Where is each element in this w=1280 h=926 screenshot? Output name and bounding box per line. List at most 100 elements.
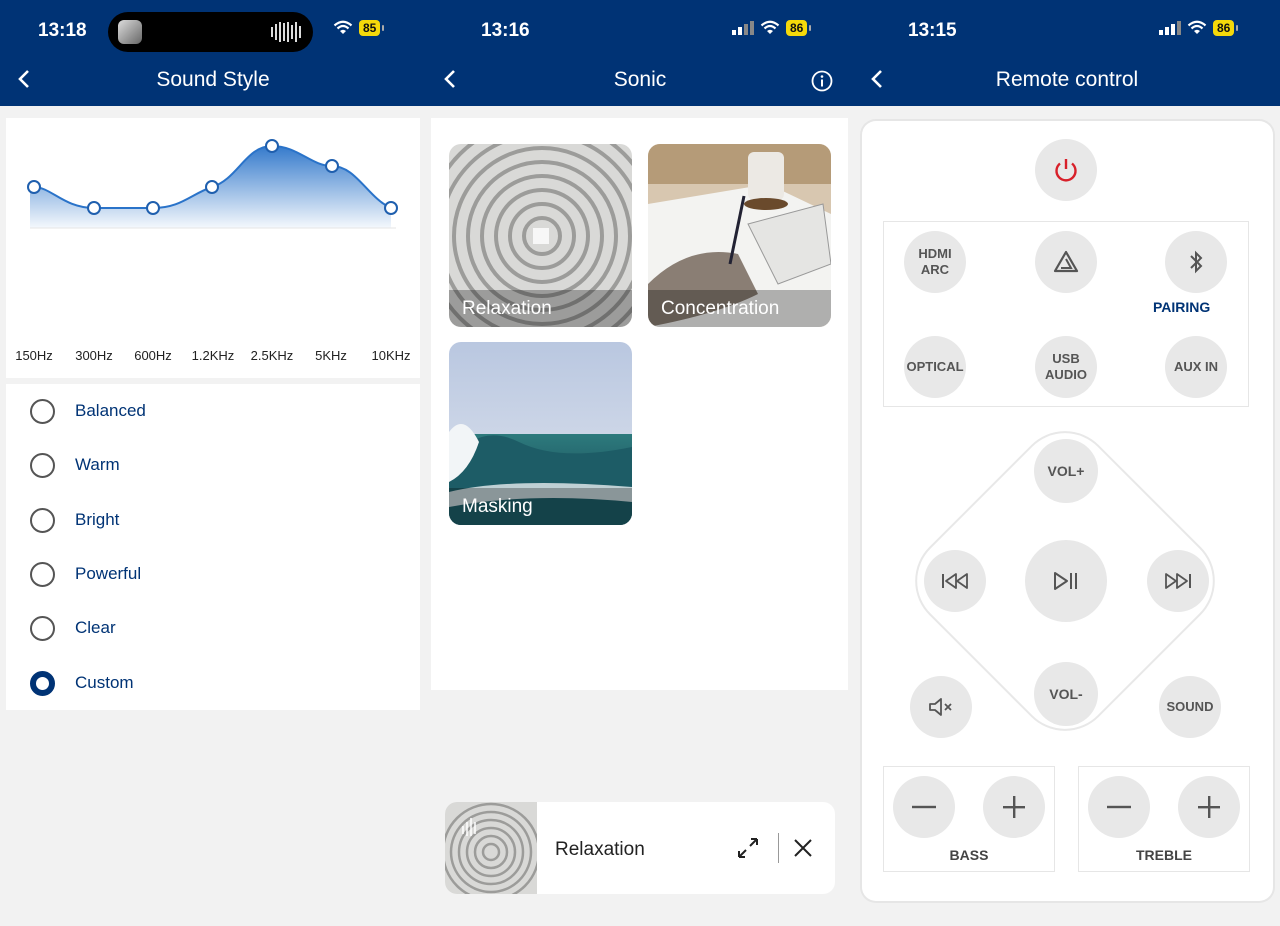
- freq-label: 600Hz: [134, 348, 172, 363]
- eq-handle[interactable]: [87, 201, 101, 215]
- volume-down-button[interactable]: VOL-: [1034, 662, 1098, 726]
- style-option-bright[interactable]: Bright: [30, 505, 119, 535]
- radio-button[interactable]: [30, 398, 55, 424]
- eq-handle[interactable]: [205, 180, 219, 194]
- top-bar: 13:18 85 Sound Style: [0, 0, 426, 106]
- equalizer-curve[interactable]: [6, 118, 420, 338]
- plus-icon: [1003, 796, 1025, 818]
- bass-increase-button[interactable]: [983, 776, 1045, 838]
- sound-style-screen: 13:18 85 Sound Style 150Hz 300Hz 600Hz 1…: [0, 0, 426, 926]
- sonic-tiles-card: Relaxation Concentration Masking: [431, 118, 848, 690]
- treble-increase-button[interactable]: [1178, 776, 1240, 838]
- status-time: 13:15: [908, 20, 957, 41]
- usb-audio-button[interactable]: USB AUDIO: [1035, 336, 1097, 398]
- battery-badge: 86: [786, 20, 812, 36]
- eq-handle[interactable]: [146, 201, 160, 215]
- style-option-label: Custom: [75, 673, 134, 692]
- freq-label: 150Hz: [15, 348, 53, 363]
- streaming-button[interactable]: [1035, 231, 1097, 293]
- minus-icon: [1107, 805, 1131, 809]
- signal-icon: [732, 21, 754, 35]
- freq-label: 300Hz: [75, 348, 113, 363]
- wifi-icon: [760, 20, 780, 34]
- mini-player[interactable]: Relaxation: [445, 802, 835, 894]
- status-icons: 85: [333, 20, 385, 36]
- bluetooth-icon: [1190, 250, 1203, 274]
- treble-control: TREBLE: [1078, 766, 1250, 872]
- sound-button[interactable]: SOUND: [1159, 676, 1221, 738]
- battery-badge: 85: [359, 20, 385, 36]
- radio-button[interactable]: [30, 561, 55, 587]
- top-bar: 13:15 86 Remote control: [854, 0, 1280, 106]
- tile-label: Concentration: [648, 290, 831, 327]
- expand-button[interactable]: [735, 835, 761, 861]
- now-playing-thumbnail: [118, 20, 142, 44]
- pairing-label: PAIRING: [1153, 299, 1211, 315]
- previous-track-button[interactable]: [924, 550, 986, 612]
- status-time: 13:16: [481, 20, 530, 41]
- style-option-warm[interactable]: Warm: [30, 450, 120, 480]
- tile-relaxation[interactable]: Relaxation: [449, 144, 632, 327]
- optical-button[interactable]: OPTICAL: [904, 336, 966, 398]
- radio-button[interactable]: [30, 507, 55, 533]
- radio-button-selected[interactable]: [30, 670, 55, 696]
- info-icon: [811, 70, 833, 92]
- style-option-clear[interactable]: Clear: [30, 613, 116, 643]
- page-title: Sonic: [613, 68, 667, 91]
- bass-decrease-button[interactable]: [893, 776, 955, 838]
- tile-label: Masking: [449, 488, 632, 525]
- close-button[interactable]: [792, 837, 814, 859]
- power-button[interactable]: [1035, 139, 1097, 201]
- volume-up-button[interactable]: VOL+: [1034, 439, 1098, 503]
- tile-masking[interactable]: Masking: [449, 342, 632, 525]
- close-icon: [794, 839, 812, 857]
- airplay-triangle-icon: [1053, 250, 1079, 273]
- tile-concentration[interactable]: Concentration: [648, 144, 831, 327]
- eq-handle[interactable]: [325, 159, 339, 173]
- style-option-custom[interactable]: Custom: [30, 668, 134, 698]
- minus-icon: [912, 805, 936, 809]
- style-option-label: Balanced: [75, 401, 146, 420]
- player-thumbnail: [445, 802, 537, 894]
- battery-badge: 86: [1213, 20, 1239, 36]
- style-option-label: Bright: [75, 510, 120, 529]
- treble-decrease-button[interactable]: [1088, 776, 1150, 838]
- bass-label: BASS: [949, 847, 989, 863]
- style-option-balanced[interactable]: Balanced: [30, 396, 146, 426]
- hdmi-arc-button[interactable]: HDMI ARC: [904, 231, 966, 293]
- eq-handle[interactable]: [384, 201, 398, 215]
- waveform-icon: [271, 22, 301, 42]
- wifi-icon: [1187, 20, 1207, 34]
- status-icons: 86: [1159, 20, 1239, 36]
- radio-button[interactable]: [30, 615, 55, 641]
- wifi-icon: [333, 20, 353, 34]
- freq-label: 10KHz: [371, 348, 411, 363]
- player-title: Relaxation: [555, 839, 645, 860]
- play-pause-icon: [1054, 572, 1077, 590]
- previous-track-icon: [942, 573, 968, 589]
- style-option-label: Clear: [75, 618, 116, 637]
- eq-handle[interactable]: [265, 139, 279, 153]
- bluetooth-button[interactable]: [1165, 231, 1227, 293]
- eq-handle[interactable]: [27, 180, 41, 194]
- sound-style-list: Balanced Warm Bright Powerful Clear Cust…: [6, 384, 420, 710]
- info-button[interactable]: [811, 70, 833, 97]
- status-time: 13:18: [38, 20, 87, 41]
- style-option-label: Warm: [75, 455, 120, 474]
- expand-icon: [738, 838, 758, 858]
- divider: [778, 833, 779, 863]
- status-icons: 86: [732, 20, 812, 36]
- next-track-button[interactable]: [1147, 550, 1209, 612]
- sonic-screen: 13:16 86 Sonic Relaxation Concentration …: [426, 0, 854, 926]
- mute-button[interactable]: [910, 676, 972, 738]
- page-title: Remote control: [995, 68, 1139, 91]
- radio-button[interactable]: [30, 452, 55, 478]
- remote-control-screen: 13:15 86 Remote control HDMI ARC PAIRING…: [854, 0, 1280, 926]
- style-option-powerful[interactable]: Powerful: [30, 559, 141, 589]
- play-pause-button[interactable]: [1025, 540, 1107, 622]
- aux-in-button[interactable]: AUX IN: [1165, 336, 1227, 398]
- plus-icon: [1198, 796, 1220, 818]
- equalizer-card[interactable]: 150Hz 300Hz 600Hz 1.2KHz 2.5KHz 5KHz 10K…: [6, 118, 420, 378]
- remote-panel: HDMI ARC PAIRING OPTICAL USB AUDIO AUX I…: [862, 121, 1273, 901]
- page-title: Sound Style: [156, 68, 270, 91]
